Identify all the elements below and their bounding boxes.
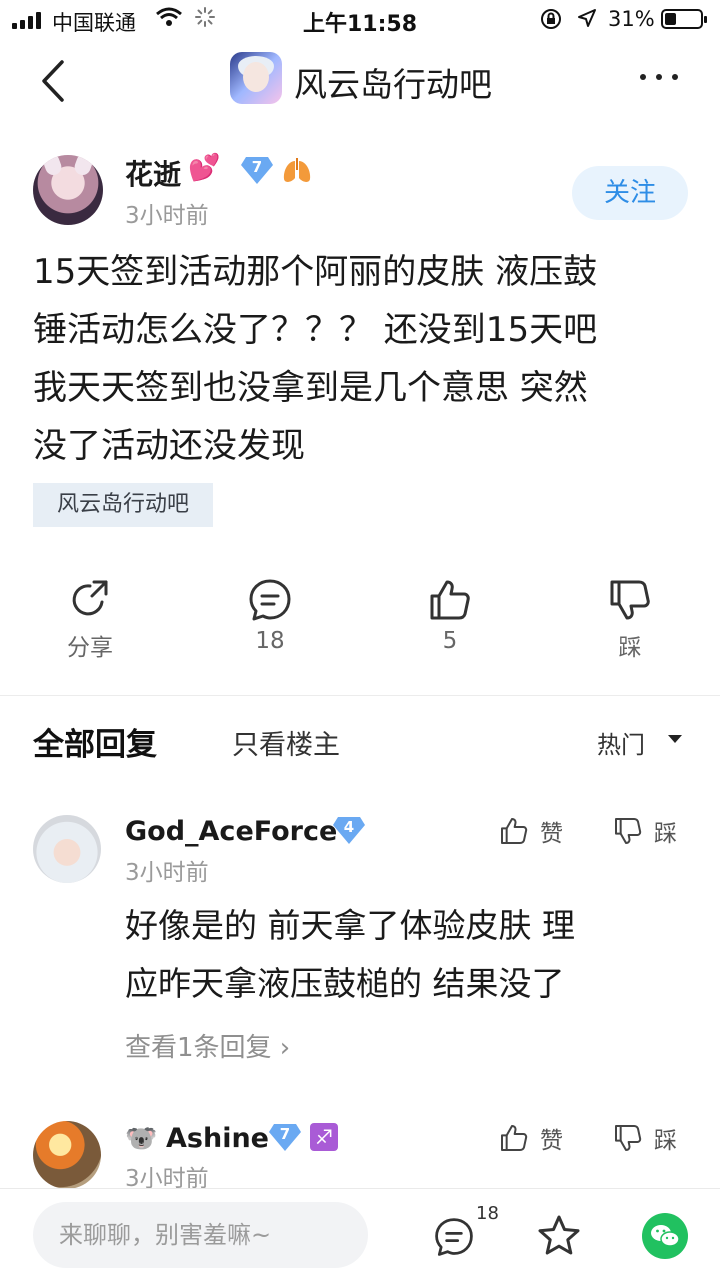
- status-bar: 中国联通 上午11:58 31%: [0, 0, 720, 40]
- caret-down-icon[interactable]: [668, 735, 682, 743]
- share-button[interactable]: 分享: [30, 570, 150, 662]
- comment-icon: [249, 579, 291, 621]
- dislike-button[interactable]: 踩: [570, 570, 690, 662]
- reply-body-line: 应昨天拿液压鼓槌的 结果没了: [125, 964, 565, 1003]
- thumbs-down-icon: [610, 580, 650, 620]
- post-actions: 分享 18 5 踩: [0, 570, 720, 670]
- share-label: 分享: [67, 635, 113, 661]
- thumbs-down-icon: [615, 818, 642, 844]
- wechat-share-icon[interactable]: [642, 1213, 688, 1259]
- reply-author[interactable]: God_AceForce: [125, 816, 337, 847]
- likes-count: 5: [442, 628, 458, 654]
- rotation-lock-icon: [541, 9, 561, 29]
- reply-like-button[interactable]: 赞: [498, 1121, 563, 1155]
- comment-input[interactable]: 来聊聊，别害羞嘛~: [33, 1202, 368, 1268]
- reply-dislike-button[interactable]: 踩: [612, 814, 677, 848]
- dislike-label: 踩: [654, 821, 677, 847]
- dislike-label: 踩: [654, 1128, 677, 1154]
- battery-icon: [661, 9, 707, 29]
- reply-avatar[interactable]: [33, 815, 101, 883]
- reply-body: 好像是的 前天拿了体验皮肤 理 应昨天拿液压鼓槌的 结果没了: [125, 897, 685, 1013]
- nav-bar: 风云岛行动吧: [0, 40, 720, 126]
- hearts-icon: 💕: [188, 153, 221, 183]
- thumbs-up-icon: [430, 580, 470, 620]
- forum-title[interactable]: 风云岛行动吧: [294, 58, 492, 106]
- bottom-bar: 来聊聊，别害羞嘛~ 18: [0, 1188, 720, 1281]
- battery-percent: 31%: [608, 7, 655, 31]
- author-name[interactable]: 花逝: [125, 153, 181, 193]
- share-icon: [72, 580, 108, 616]
- post-body: 15天签到活动那个阿丽的皮肤 液压鼓 锤活动怎么没了？？？ 还没到15天吧 我天…: [33, 243, 693, 475]
- reply-avatar[interactable]: [33, 1121, 101, 1189]
- all-replies-tab[interactable]: 全部回复: [33, 719, 157, 764]
- author-avatar[interactable]: [33, 155, 103, 225]
- dislike-label: 踩: [618, 635, 642, 661]
- koala-icon: 🐨: [125, 1124, 158, 1154]
- level-badge: 7: [240, 155, 274, 185]
- like-label: 赞: [540, 1128, 563, 1154]
- level-badge: 7: [268, 1122, 302, 1152]
- post-time: 3小时前: [125, 203, 209, 229]
- post-body-line: 锤活动怎么没了？？？ 还没到15天吧: [33, 310, 598, 350]
- reply-body-line: 好像是的 前天拿了体验皮肤 理: [125, 906, 575, 945]
- view-replies-link[interactable]: 查看1条回复 ›: [125, 1027, 290, 1064]
- post-body-line: 15天签到活动那个阿丽的皮肤 液压鼓: [33, 252, 598, 292]
- comment-count-badge: 18: [476, 1203, 499, 1224]
- sort-dropdown[interactable]: 热门: [597, 725, 645, 760]
- post-body-line: 我天天签到也没拿到是几个意思 突然: [33, 368, 588, 408]
- like-label: 赞: [540, 821, 563, 847]
- sagittarius-icon: ♐: [310, 1123, 338, 1151]
- lungs-icon: [283, 158, 311, 182]
- comment-icon[interactable]: [432, 1215, 476, 1259]
- divider: [0, 695, 720, 696]
- post-body-line: 没了活动还没发现: [33, 426, 305, 466]
- reply-author[interactable]: Ashine: [166, 1123, 269, 1154]
- only-op-tab[interactable]: 只看楼主: [232, 723, 340, 762]
- location-arrow-icon: [578, 9, 596, 27]
- reply-time: 3小时前: [125, 860, 209, 886]
- level-badge: 4: [332, 815, 366, 845]
- reply-like-button[interactable]: 赞: [498, 814, 563, 848]
- comments-button[interactable]: 18: [210, 570, 330, 654]
- thumbs-up-icon: [501, 1125, 528, 1151]
- star-icon[interactable]: [536, 1213, 582, 1259]
- more-options-icon[interactable]: [640, 74, 678, 80]
- forum-avatar[interactable]: [230, 52, 282, 104]
- follow-button[interactable]: 关注: [572, 166, 688, 220]
- thumbs-down-icon: [615, 1125, 642, 1151]
- thumbs-up-icon: [501, 818, 528, 844]
- comments-count: 18: [255, 628, 285, 654]
- back-arrow-icon[interactable]: [36, 58, 72, 104]
- forum-tag[interactable]: 风云岛行动吧: [33, 483, 214, 527]
- reply-dislike-button[interactable]: 踩: [612, 1121, 677, 1155]
- like-button[interactable]: 5: [390, 570, 510, 654]
